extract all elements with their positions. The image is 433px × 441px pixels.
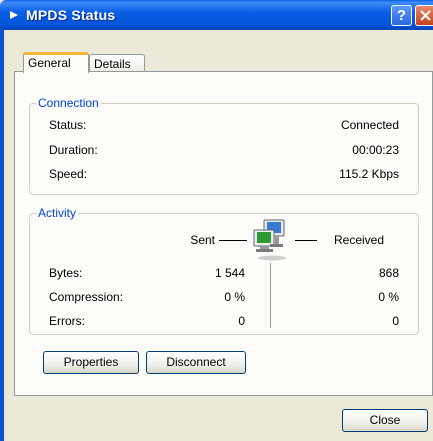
help-button[interactable]: ? [391, 5, 412, 26]
received-line [295, 240, 317, 241]
properties-button[interactable]: Properties [43, 351, 139, 374]
speed-value: 115.2 Kbps [339, 167, 399, 181]
compression-sent-value: 0 % [224, 290, 245, 304]
duration-label: Duration: [49, 143, 98, 157]
title-bar[interactable]: MPDS Status ? [0, 0, 433, 30]
close-icon [420, 10, 431, 21]
compression-received-value: 0 % [378, 290, 399, 304]
sent-line [219, 240, 247, 241]
network-computers-icon [253, 219, 286, 261]
connection-group-title: Connection [36, 96, 101, 110]
status-value: Connected [340, 118, 399, 132]
errors-received-value: 0 [392, 314, 399, 328]
tab-general[interactable]: General [23, 52, 89, 73]
activity-divider [270, 263, 271, 328]
disconnect-button[interactable]: Disconnect [146, 351, 246, 374]
errors-sent-value: 0 [238, 314, 245, 328]
status-label: Status: [49, 118, 87, 132]
close-button[interactable]: Close [342, 409, 428, 432]
bytes-received-value: 868 [378, 266, 399, 280]
compression-label: Compression: [49, 290, 124, 304]
speed-label: Speed: [49, 167, 88, 181]
received-label: Received [334, 233, 385, 247]
bytes-label: Bytes: [49, 266, 83, 280]
window-arrow-icon [10, 11, 18, 19]
duration-value: 00:00:23 [352, 143, 399, 157]
errors-label: Errors: [49, 314, 85, 328]
sent-label: Sent [190, 233, 215, 247]
window-close-button[interactable] [415, 5, 433, 26]
activity-group-title: Activity [36, 206, 79, 220]
bytes-sent-value: 1 544 [214, 266, 245, 280]
window-title: MPDS Status [26, 7, 116, 23]
window-frame-left [0, 30, 4, 441]
mpds-status-window: MPDS Status ? General Details Connection… [0, 0, 433, 441]
